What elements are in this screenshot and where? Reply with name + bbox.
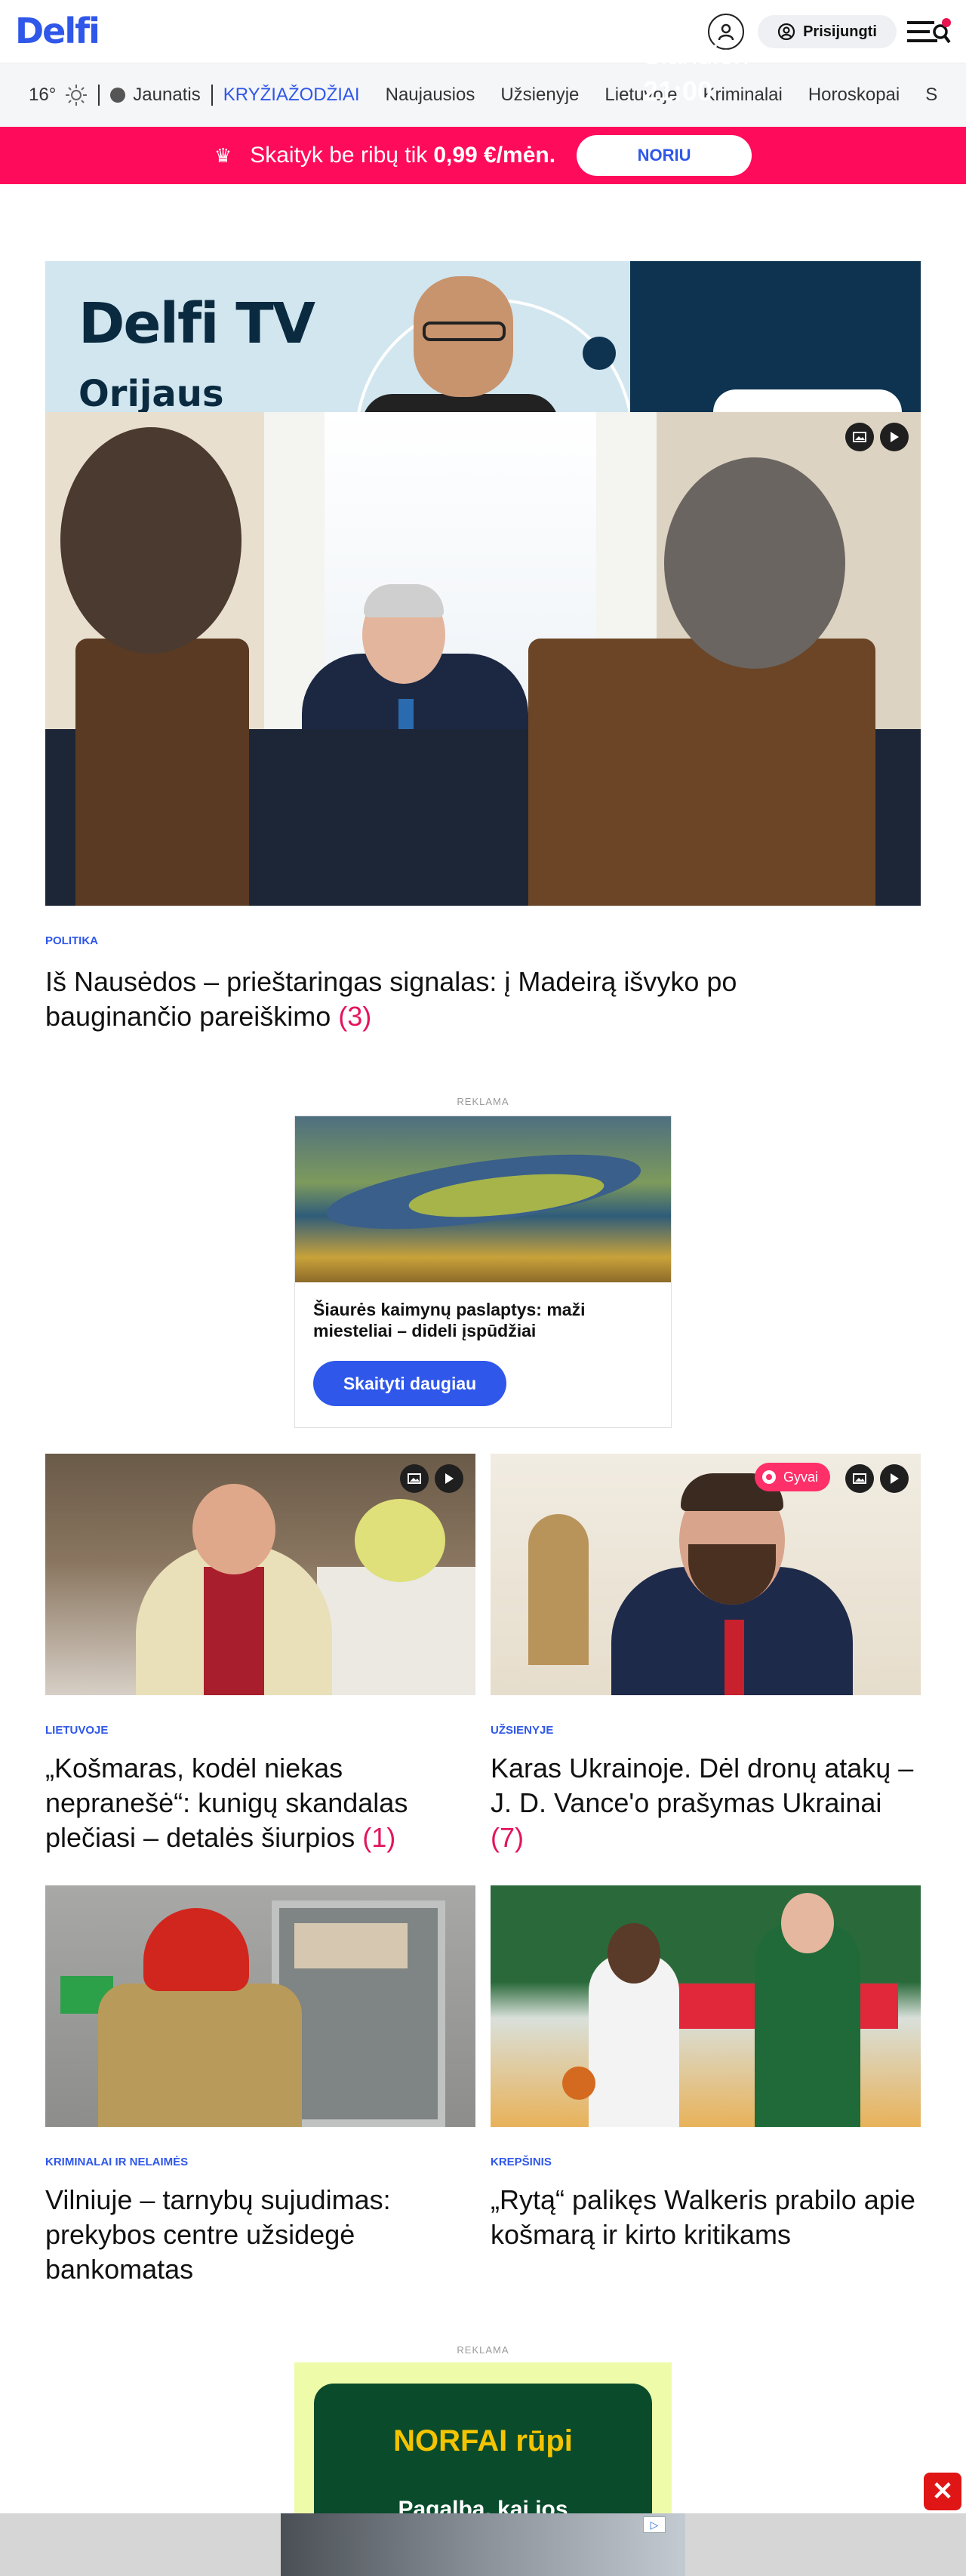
article-image-vance[interactable]: Gyvai [491,1454,921,1695]
notification-dot [942,18,951,27]
subscription-promo-bar: ♛ Skaityk be ribų tik 0,99 €/mėn. NORIU [0,127,966,184]
priest-head [192,1484,275,1574]
account-icon [777,23,795,41]
live-badge: Gyvai [755,1463,831,1491]
delfi-logo[interactable]: Delfi [15,11,100,51]
delfi-tv-subtitle: Orijaus [78,373,224,412]
decorative-dot [583,337,616,370]
president-hair [364,584,444,617]
sticky-ad-creative[interactable] [281,2513,685,2576]
ad-read-more-button[interactable]: Skaityti daugiau [313,1361,506,1406]
divider [98,85,100,106]
subscribe-button[interactable]: NORIU [577,135,752,176]
promo-text: Skaityk be ribų tik [250,143,428,168]
person-back [664,457,845,669]
player-green [755,1923,860,2127]
close-ad-icon[interactable]: ✕ [924,2473,961,2510]
article-title[interactable]: „Rytą“ palikęs Walkeris prabilo apie koš… [491,2183,921,2252]
sun-icon [66,85,88,106]
article-title[interactable]: Vilniuje – tarnybų sujudimas: prekybos c… [45,2183,475,2287]
divider [211,85,213,106]
nav-link-latest[interactable]: Naujausios [386,85,475,106]
person-back [60,427,242,654]
hero-article-title[interactable]: Iš Nausėdos – prieštaringas signalas: į … [45,965,845,1034]
video-play-icon [435,1464,463,1493]
altar [317,1567,475,1695]
article-title-text: Iš Nausėdos – prieštaringas signalas: į … [45,966,737,1032]
promo-price: 0,99 €/mėn. [433,143,556,168]
comment-count[interactable]: (3) [338,1001,371,1032]
advertisement-card[interactable]: Šiaurės kaimynų paslaptys: maži miesteli… [294,1116,672,1428]
chair [75,639,249,906]
delfi-tv-banner[interactable]: Delfi TV Orijaus [45,261,921,412]
ad-label: REKLAMA [457,1096,509,1107]
person-tie [724,1620,744,1695]
watch-pill[interactable] [713,389,902,412]
media-badges [845,423,909,451]
article-title-text: Vilniuje – tarnybų sujudimas: prekybos c… [45,2184,391,2285]
video-play-icon [880,1464,909,1493]
top-header: Delfi Prisijungti [0,0,966,63]
delfi-tv-title: Delfi TV [78,291,315,356]
norfai-logo: NORFAI rūpi [393,2424,573,2458]
article-image-basketball[interactable] [491,1885,921,2127]
priest-stole [204,1567,264,1695]
flowers [355,1499,445,1582]
crown-icon: ♛ [214,143,232,167]
comment-count[interactable]: (7) [491,1822,524,1853]
article-image-priest[interactable] [45,1454,475,1695]
nav-link-horoscopes[interactable]: Horoskopai [808,85,900,106]
moon-phase-label[interactable]: Jaunatis [133,85,200,106]
ad-title: Šiaurės kaimynų paslaptys: maži miesteli… [313,1300,586,1340]
article-image-firefighter[interactable] [45,1885,475,2127]
moon-phase-icon [110,88,126,103]
ad-choices-icon[interactable]: ▷ [643,2516,666,2533]
nav-link-crosswords[interactable]: KRYŽIAŽODŽIAI [223,85,360,106]
firefighter-helmet [143,1908,249,1991]
player-head [781,1893,834,1953]
nav-link-abroad[interactable]: Užsienyje [500,85,579,106]
article-category[interactable]: UŽSIENYJE [491,1724,553,1737]
nav-link-crime[interactable]: Kriminalai [703,85,782,106]
chair [528,639,875,906]
article-title[interactable]: „Košmaras, kodėl niekas nepranešė“: kuni… [45,1751,475,1855]
article-category[interactable]: KREPŠINIS [491,2156,552,2168]
login-button[interactable]: Prisijungti [758,15,897,48]
article-title-text: „Košmaras, kodėl niekas nepranešė“: kuni… [45,1753,408,1853]
gallery-icon [845,1464,874,1493]
article-category[interactable]: LIETUVOJE [45,1724,108,1737]
ad-label: REKLAMA [457,2344,509,2356]
article-title-text: „Rytą“ palikęs Walkeris prabilo apie koš… [491,2184,915,2250]
gallery-icon [400,1464,429,1493]
category-nav: 16° Jaunatis KRYŽIAŽODŽIAI Naujausios Už… [0,63,966,127]
weather-temperature[interactable]: 16° [29,85,56,106]
schedule-day: Šiandien [643,39,749,70]
nav-link-more[interactable]: S [925,85,937,106]
media-badges [400,1464,463,1493]
gallery-icon [845,423,874,451]
basketball [562,2067,595,2100]
live-label: Gyvai [783,1469,819,1485]
firefighter-body [98,1984,302,2127]
login-label: Prisijungti [803,23,877,40]
atm-screen [294,1923,408,1968]
media-badges [845,1464,909,1493]
article-title[interactable]: Karas Ukrainoje. Dėl dronų atakų – J. D.… [491,1751,921,1855]
player-head [608,1923,660,1984]
hero-article-image[interactable] [45,412,921,906]
ad-image [295,1116,671,1282]
comment-count[interactable]: (1) [362,1822,395,1853]
presenter-glasses [423,322,506,341]
live-dot-icon [762,1470,776,1484]
article-category[interactable]: KRIMINALAI IR NELAIMĖS [45,2156,188,2168]
video-play-icon [880,423,909,451]
schedule-time: 21:00 [643,75,713,106]
trophy [528,1514,589,1665]
article-category[interactable]: POLITIKA [45,934,98,947]
article-title-text: Karas Ukrainoje. Dėl dronų atakų – J. D.… [491,1753,914,1818]
